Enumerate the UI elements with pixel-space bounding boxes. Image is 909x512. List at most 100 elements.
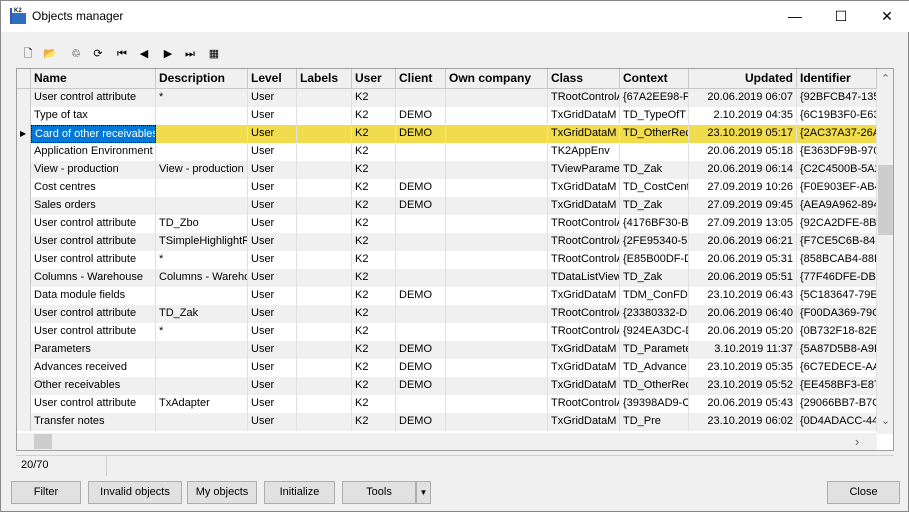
cell-updated: 27.09.2019 10:26 — [689, 179, 797, 197]
tools-dropdown-icon[interactable]: ▼ — [416, 481, 431, 504]
cell-client — [396, 143, 446, 161]
table-row[interactable]: Cost centres User K2 DEMO TxGridDataM TD_Cost… — [17, 179, 877, 197]
table-row[interactable]: User control attribute TxAdapter User K2 TRo… — [17, 395, 877, 413]
cell-client: DEMO — [396, 413, 446, 431]
open-folder-icon[interactable]: 📂 — [41, 45, 59, 63]
row-indicator — [17, 233, 31, 251]
cell-own-company — [446, 341, 548, 359]
table-row[interactable]: User control attribute TD_Zbo User K2 TRootC… — [17, 215, 877, 233]
cell-identifier: {C2C4500B-5A2 — [797, 161, 877, 179]
column-header-identifier[interactable]: Identifier — [797, 69, 877, 89]
cell-user: K2 — [352, 89, 396, 107]
invalid-objects-button[interactable]: Invalid objects — [88, 481, 182, 504]
maximize-button[interactable]: ☐ — [818, 1, 864, 32]
cell-updated: 3.10.2019 11:37 — [689, 341, 797, 359]
cell-client — [396, 251, 446, 269]
column-header-updated[interactable]: Updated — [689, 69, 797, 89]
cell-context: TD_Advance — [620, 359, 689, 377]
refresh-icon[interactable]: ⟳ — [89, 45, 107, 63]
column-header-own-company[interactable]: Own company — [446, 69, 548, 89]
table-row[interactable]: ▶ Card of other receivables User K2 DEMO TxGr… — [17, 125, 877, 143]
cell-updated: 2.10.2019 04:35 — [689, 107, 797, 125]
initialize-button[interactable]: Initialize — [264, 481, 335, 504]
scroll-right-icon[interactable]: › — [855, 434, 859, 449]
table-row[interactable]: User control attribute * User K2 TRootContro… — [17, 89, 877, 107]
cell-identifier: {F0E903EF-AB4 — [797, 179, 877, 197]
cell-updated: 23.10.2019 05:52 — [689, 377, 797, 395]
new-icon[interactable]: 🗋 — [19, 45, 37, 63]
cell-updated: 27.09.2019 09:45 — [689, 197, 797, 215]
column-header-name[interactable]: Name — [31, 69, 156, 89]
table-row[interactable]: Type of tax User K2 DEMO TxGridDataM TD_TypeO… — [17, 107, 877, 125]
cell-name: View - production — [31, 161, 156, 179]
cell-client: DEMO — [396, 341, 446, 359]
cell-client — [396, 395, 446, 413]
cell-description: View - production — [156, 161, 248, 179]
cell-updated: 23.10.2019 05:17 — [689, 125, 797, 143]
horizontal-scroll-thumb[interactable] — [34, 434, 52, 449]
table-row[interactable]: Data module fields User K2 DEMO TxGridDataM T… — [17, 287, 877, 305]
table-row[interactable]: Application Environment User K2 TK2AppEnv 20… — [17, 143, 877, 161]
cell-user: K2 — [352, 251, 396, 269]
cell-class: TRootControlA — [548, 89, 620, 107]
cell-client — [396, 215, 446, 233]
cell-updated: 23.10.2019 06:02 — [689, 413, 797, 431]
column-header-client[interactable]: Client — [396, 69, 446, 89]
prior-record-icon[interactable]: ◀ — [135, 45, 153, 63]
cell-level: User — [248, 143, 297, 161]
table-row[interactable]: Columns - Warehouse Columns - Wareho User K… — [17, 269, 877, 287]
table-row[interactable]: Parameters User K2 DEMO TxGridDataM TD_Parame… — [17, 341, 877, 359]
table-row[interactable]: View - production View - production User K2… — [17, 161, 877, 179]
row-indicator — [17, 251, 31, 269]
minimize-button[interactable]: — — [772, 1, 818, 32]
close-window-button[interactable]: ✕ — [864, 1, 909, 32]
cell-own-company — [446, 395, 548, 413]
cell-name: User control attribute — [31, 395, 156, 413]
cell-own-company — [446, 251, 548, 269]
cell-context: TD_CostCent — [620, 179, 689, 197]
cell-description — [156, 143, 248, 161]
next-record-icon[interactable]: ▶ — [159, 45, 177, 63]
cell-level: User — [248, 305, 297, 323]
cell-client: DEMO — [396, 359, 446, 377]
cell-level: User — [248, 125, 297, 143]
table-row[interactable]: Transfer notes User K2 DEMO TxGridDataM TD_Pr… — [17, 413, 877, 431]
scroll-down-icon[interactable]: ⌄ — [877, 414, 893, 427]
column-header-labels[interactable]: Labels — [297, 69, 352, 89]
cell-user: K2 — [352, 413, 396, 431]
column-header-description[interactable]: Description — [156, 69, 248, 89]
cell-own-company — [446, 161, 548, 179]
tools-button[interactable]: Tools — [342, 481, 416, 504]
excel-export-icon[interactable]: ▦ — [205, 45, 223, 63]
column-header-context[interactable]: Context — [620, 69, 689, 89]
vertical-scrollbar[interactable]: ⌃ ⌄ — [877, 69, 893, 434]
table-row[interactable]: User control attribute TSimpleHighlightR U… — [17, 233, 877, 251]
cell-client — [396, 233, 446, 251]
cell-labels — [297, 395, 352, 413]
table-row[interactable]: User control attribute * User K2 TRootContro… — [17, 251, 877, 269]
cell-labels — [297, 233, 352, 251]
scroll-up-icon[interactable]: ⌃ — [877, 69, 893, 87]
horizontal-scrollbar[interactable]: › — [17, 433, 877, 450]
table-row[interactable]: User control attribute TD_Zak User K2 TRootC… — [17, 305, 877, 323]
table-row[interactable]: User control attribute * User K2 TRootContro… — [17, 323, 877, 341]
filter-button[interactable]: Filter — [11, 481, 81, 504]
delete-icon[interactable]: ♲ — [67, 45, 85, 63]
table-row[interactable]: Advances received User K2 DEMO TxGridDataM TD… — [17, 359, 877, 377]
my-objects-button[interactable]: My objects — [187, 481, 257, 504]
vertical-scroll-thumb[interactable] — [878, 165, 893, 235]
cell-identifier: {92CA2DFE-8BE — [797, 215, 877, 233]
first-record-icon[interactable]: ⏮ — [113, 45, 131, 63]
column-header-level[interactable]: Level — [248, 69, 297, 89]
current-row-indicator-icon: ▶ — [17, 125, 31, 143]
cell-description — [156, 287, 248, 305]
table-row[interactable]: Other receivables User K2 DEMO TxGridDataM TD… — [17, 377, 877, 395]
row-indicator — [17, 395, 31, 413]
cell-user: K2 — [352, 107, 396, 125]
column-header-user[interactable]: User — [352, 69, 396, 89]
column-header-class[interactable]: Class — [548, 69, 620, 89]
close-button[interactable]: Close — [827, 481, 900, 504]
cell-client — [396, 305, 446, 323]
last-record-icon[interactable]: ⏭ — [181, 45, 199, 63]
table-row[interactable]: Sales orders User K2 DEMO TxGridDataM TD_Zak 2… — [17, 197, 877, 215]
